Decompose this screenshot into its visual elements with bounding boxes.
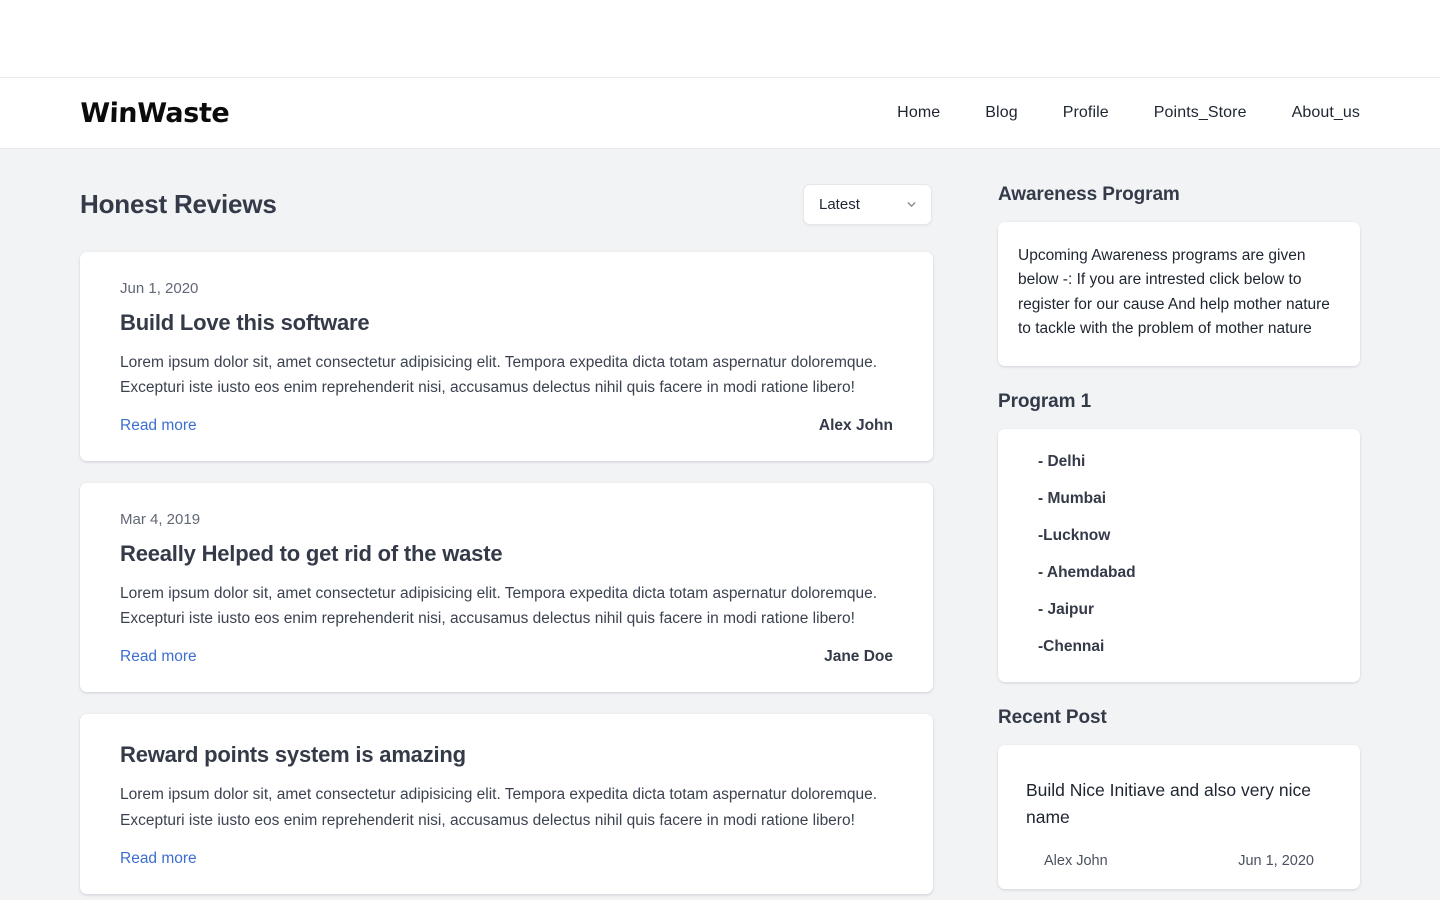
review-title: Build Love this software (120, 310, 370, 335)
main-navigation: Home Blog Profile Points_Store About_us (897, 104, 1360, 122)
sidebar: Awareness Program Upcoming Awareness pro… (998, 184, 1360, 900)
list-item[interactable]: -Chennai (1038, 638, 1336, 656)
awareness-program-heading: Awareness Program (998, 184, 1180, 205)
sort-dropdown[interactable]: Latest (803, 184, 932, 225)
nav-link-profile[interactable]: Profile (1063, 104, 1109, 122)
reviews-column: Honest Reviews Latest Jun 1, 2020 Build … (80, 184, 933, 900)
review-card[interactable]: Reward points system is amazing Lorem ip… (80, 714, 933, 894)
awareness-program-text: Upcoming Awareness programs are given be… (1018, 247, 1330, 338)
program-city-list: - Delhi - Mumbai -Lucknow - Ahemdabad - … (1020, 451, 1338, 660)
recent-post-heading: Recent Post (998, 706, 1107, 728)
review-date: Jun 1, 2020 (120, 280, 199, 297)
reviews-header-row: Honest Reviews Latest (80, 184, 933, 225)
recent-post-title: Build Nice Initiave and also very nice n… (1026, 779, 1312, 828)
review-footer: Read more Jane Doe (120, 648, 893, 666)
review-title: Reeally Helped to get rid of the waste (120, 541, 503, 567)
read-more-link[interactable]: Read more (120, 850, 197, 868)
browser-top-strip (0, 0, 1440, 77)
review-author: Jane Doe (824, 648, 893, 666)
review-body: Lorem ipsum dolor sit, amet consectetur … (120, 354, 878, 397)
page-title: Honest Reviews (80, 189, 277, 219)
brand-logo[interactable]: WinWaste (79, 98, 229, 129)
recent-post-meta: Alex John Jun 1, 2020 (1026, 853, 1332, 869)
recent-post-section: Recent Post Build Nice Initiave and also… (998, 706, 1360, 890)
awareness-program-card: Upcoming Awareness programs are given be… (998, 222, 1360, 366)
chevron-down-icon (905, 198, 918, 211)
nav-link-home[interactable]: Home (897, 104, 940, 122)
list-item[interactable]: -Lucknow (1038, 527, 1336, 545)
recent-post-card[interactable]: Build Nice Initiave and also very nice n… (998, 744, 1360, 890)
review-title: Reward points system is amazing (120, 742, 466, 768)
nav-link-blog[interactable]: Blog (985, 104, 1017, 122)
program-heading: Program 1 (998, 390, 1092, 412)
awareness-program-section: Awareness Program Upcoming Awareness pro… (998, 184, 1360, 366)
review-footer: Read more (120, 850, 893, 868)
program-section: Program 1 - Delhi - Mumbai -Lucknow - Ah… (998, 391, 1360, 682)
review-author: Alex John (818, 417, 893, 435)
review-card[interactable]: Jun 1, 2020 Build Love this software Lor… (80, 252, 933, 462)
list-item[interactable]: - Mumbai (1038, 490, 1336, 508)
list-item[interactable]: - Delhi (1038, 453, 1336, 471)
review-body: Lorem ipsum dolor sit, amet consectetur … (120, 585, 878, 628)
recent-post-date: Jun 1, 2020 (1238, 853, 1314, 870)
list-item[interactable]: - Ahemdabad (1038, 564, 1336, 582)
nav-link-about-us[interactable]: About_us (1292, 104, 1360, 122)
review-footer: Read more Alex John (120, 417, 893, 435)
review-body: Lorem ipsum dolor sit, amet consectetur … (120, 786, 878, 829)
review-date: Mar 4, 2019 (120, 511, 201, 529)
nav-link-points-store[interactable]: Points_Store (1154, 104, 1247, 122)
review-card[interactable]: Mar 4, 2019 Reeally Helped to get rid of… (80, 483, 933, 693)
sort-dropdown-value: Latest (819, 196, 860, 213)
program-card: - Delhi - Mumbai -Lucknow - Ahemdabad - … (998, 428, 1360, 682)
list-item[interactable]: - Jaipur (1038, 601, 1336, 619)
site-header: WinWaste Home Blog Profile Points_Store … (0, 77, 1440, 149)
page-body: Honest Reviews Latest Jun 1, 2020 Build … (0, 149, 1440, 900)
read-more-link[interactable]: Read more (120, 648, 197, 666)
recent-post-author: Alex John (1044, 853, 1108, 870)
read-more-link[interactable]: Read more (120, 417, 197, 435)
